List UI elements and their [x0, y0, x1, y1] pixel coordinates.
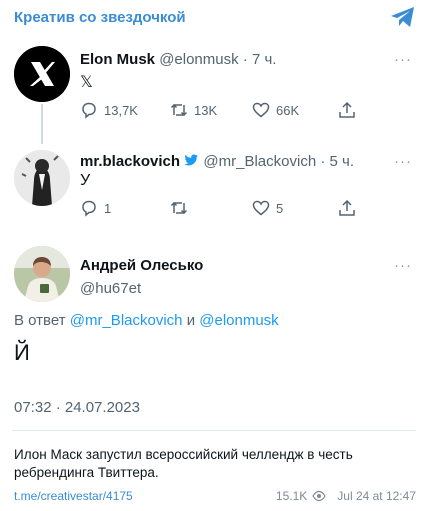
- post-caption: Илон Маск запустил всероссийский челленд…: [14, 447, 353, 480]
- upload-icon: [339, 101, 355, 118]
- author-handle[interactable]: @hu67et: [80, 280, 141, 297]
- post-link[interactable]: t.me/creativestar/4175: [14, 489, 133, 503]
- upload-icon: [339, 199, 355, 216]
- author-handle[interactable]: @mr_Blackovich: [203, 153, 316, 170]
- tweet-timestamp[interactable]: 07:32 · 24.07.2023: [14, 399, 140, 416]
- author-name[interactable]: mr.blackovich: [80, 153, 180, 170]
- share-button[interactable]: [338, 101, 356, 119]
- share-button[interactable]: [338, 199, 356, 217]
- main-tweet-text: Й: [14, 340, 30, 365]
- tweet-time: · 5 ч.: [320, 153, 354, 170]
- avatar-elon[interactable]: [14, 46, 70, 102]
- like-count: 66K: [276, 102, 300, 118]
- like-button[interactable]: 66K: [252, 101, 299, 119]
- like-button[interactable]: 5: [252, 199, 283, 217]
- retweet-icon: [170, 201, 188, 215]
- avatar-blackovich[interactable]: [14, 150, 70, 206]
- divider: [12, 430, 416, 431]
- heart-icon: [252, 200, 270, 216]
- author-handle[interactable]: @elonmusk: [159, 51, 238, 68]
- tweet-text: 𝕏: [80, 74, 93, 91]
- mention-link[interactable]: @mr_Blackovich: [70, 312, 183, 329]
- reply-icon: [82, 200, 96, 217]
- tweet-text: У: [80, 172, 91, 189]
- post-date: Jul 24 at 12:47: [337, 489, 416, 503]
- tweet-actions: 1 5: [80, 199, 370, 221]
- reply-count: 13,7K: [104, 102, 138, 118]
- more-icon[interactable]: ···: [394, 51, 412, 68]
- retweet-button[interactable]: 13K: [170, 101, 217, 119]
- twitter-bird-icon: [184, 154, 199, 166]
- more-icon[interactable]: ···: [394, 257, 412, 274]
- like-count: 5: [276, 200, 284, 216]
- post-footer: t.me/creativestar/4175 15.1K Jul 24 at 1…: [14, 489, 416, 505]
- channel-header: Креатив со звездочкой: [0, 0, 428, 34]
- tweet-actions: 13,7K 13K 66K: [80, 101, 370, 123]
- thread-line: [41, 104, 43, 144]
- heart-icon: [252, 102, 270, 118]
- reply-conj: и: [186, 312, 196, 329]
- reply-icon: [82, 102, 96, 119]
- reply-button[interactable]: 13,7K: [80, 101, 138, 119]
- reply-button[interactable]: 1: [80, 199, 111, 217]
- tweet-time: · 7 ч.: [242, 51, 277, 68]
- reply-prefix: В ответ: [14, 312, 66, 329]
- post-meta: 15.1K Jul 24 at 12:47: [276, 489, 416, 503]
- author-name[interactable]: Elon Musk: [80, 51, 155, 68]
- channel-title[interactable]: Креатив со звездочкой: [14, 9, 186, 26]
- author-name[interactable]: Андрей Олесько: [80, 257, 203, 274]
- more-icon[interactable]: ···: [394, 153, 412, 170]
- reply-context: В ответ @mr_Blackovich и @elonmusk: [14, 312, 279, 329]
- retweet-button[interactable]: [170, 199, 194, 217]
- view-count: 15.1K: [275, 489, 308, 503]
- retweet-icon: [170, 103, 188, 117]
- share-icon[interactable]: [390, 6, 416, 28]
- eye-icon: [312, 490, 326, 502]
- reply-count: 1: [104, 200, 112, 216]
- retweet-count: 13K: [194, 102, 218, 118]
- avatar-andrey[interactable]: [14, 246, 70, 302]
- mention-link[interactable]: @elonmusk: [199, 312, 278, 329]
